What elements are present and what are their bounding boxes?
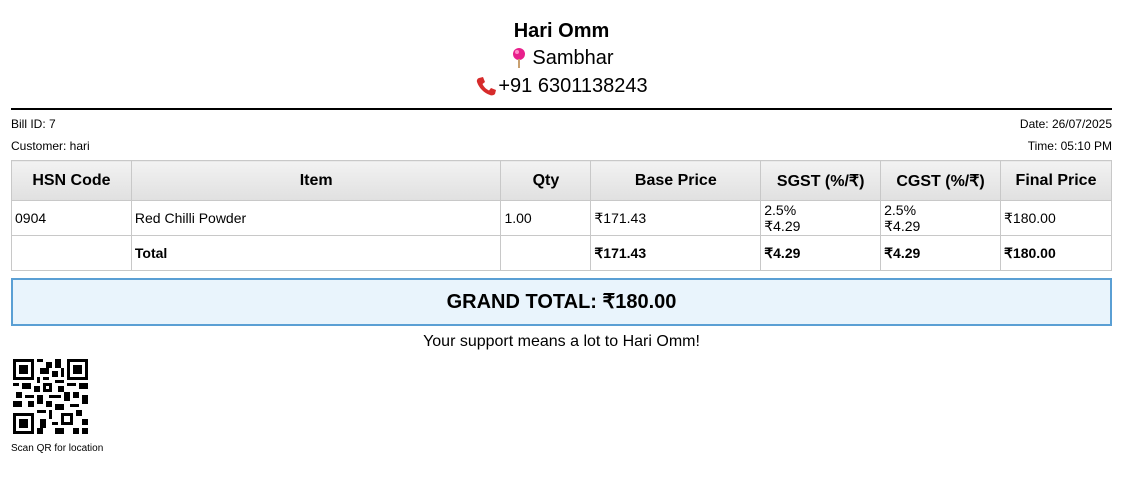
- map-pin-icon: [509, 47, 529, 69]
- customer-name: Customer: hari: [11, 139, 90, 153]
- sgst-amount: ₹4.29: [764, 217, 801, 234]
- cell-qty: 1.00: [500, 200, 592, 236]
- bill-items-table: HSN Code Item Qty Base Price SGST (%/₹) …: [11, 160, 1112, 271]
- total-base-price: ₹171.43: [590, 235, 762, 271]
- shop-location: Sambhar: [0, 44, 1123, 72]
- table-total-row: Total ₹171.43 ₹4.29 ₹4.29 ₹180.00: [11, 235, 1112, 271]
- total-cell-empty-qty: [500, 235, 592, 271]
- total-label: Total: [130, 235, 502, 271]
- column-header-hsn: HSN Code: [11, 160, 132, 201]
- cell-final-price: ₹180.00: [1000, 200, 1112, 236]
- total-cgst: ₹4.29: [880, 235, 1002, 271]
- cell-cgst: 2.5% ₹4.29: [880, 200, 1002, 236]
- cell-sgst: 2.5% ₹4.29: [760, 200, 882, 236]
- cell-base-price: ₹171.43: [590, 200, 762, 236]
- support-message: Your support means a lot to Hari Omm!: [423, 333, 700, 350]
- column-header-final-price: Final Price: [1000, 160, 1112, 201]
- table-row: 0904 Red Chilli Powder 1.00 ₹171.43 2.5%…: [11, 200, 1112, 236]
- column-header-qty: Qty: [500, 160, 592, 201]
- header-divider: [11, 108, 1112, 110]
- column-header-item: Item: [130, 160, 502, 201]
- cell-hsn: 0904: [11, 200, 132, 236]
- column-header-cgst: CGST (%/₹): [880, 160, 1002, 201]
- column-header-base-price: Base Price: [590, 160, 762, 201]
- shop-phone: +91 6301138243: [0, 72, 1123, 100]
- location-qr-code: [13, 359, 88, 434]
- bill-id: Bill ID: 7: [11, 117, 56, 131]
- total-final-price: ₹180.00: [1000, 235, 1112, 271]
- bill-date: Date: 26/07/2025: [1019, 117, 1112, 131]
- cgst-amount: ₹4.29: [884, 217, 921, 234]
- grand-total-banner: GRAND TOTAL: ₹180.00: [11, 278, 1112, 326]
- sgst-percent: 2.5%: [764, 201, 797, 218]
- bill-meta-row-2: Customer: hari Time: 05:10 PM: [11, 139, 1112, 153]
- bill-meta-row-1: Bill ID: 7 Date: 26/07/2025: [11, 117, 1112, 131]
- total-cell-empty-hsn: [11, 235, 132, 271]
- shop-name: Hari Omm: [513, 20, 610, 42]
- shop-location-text: Sambhar: [532, 47, 614, 69]
- table-header-row: HSN Code Item Qty Base Price SGST (%/₹) …: [11, 160, 1112, 201]
- bill-time: Time: 05:10 PM: [1027, 139, 1112, 153]
- phone-icon: [475, 75, 497, 97]
- receipt-header: Hari Omm Sambhar +91 6301138243: [0, 18, 1123, 100]
- shop-phone-text: +91 6301138243: [498, 75, 648, 97]
- qr-caption: Scan QR for location: [11, 443, 104, 454]
- cell-item: Red Chilli Powder: [130, 200, 502, 236]
- cgst-percent: 2.5%: [884, 201, 917, 218]
- total-sgst: ₹4.29: [760, 235, 882, 271]
- column-header-sgst: SGST (%/₹): [760, 160, 882, 201]
